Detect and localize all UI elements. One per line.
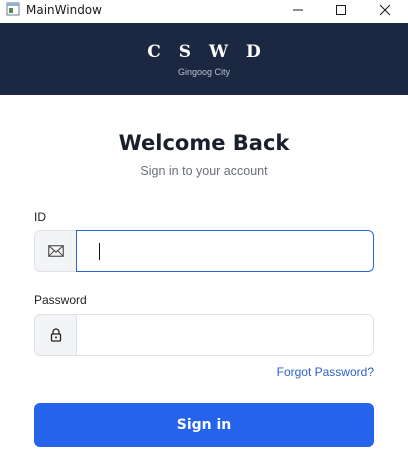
app-title: C S W D (147, 42, 267, 62)
lock-icon (50, 328, 61, 342)
id-label: ID (34, 210, 46, 224)
id-input[interactable] (76, 230, 374, 272)
password-input[interactable] (76, 314, 374, 356)
password-label: Password (34, 293, 87, 307)
main-window: MainWindow C S W D Gingoog City Welcome … (0, 0, 408, 469)
close-icon (379, 4, 391, 16)
title-bar: MainWindow (0, 0, 408, 23)
text-caret (99, 243, 100, 260)
header-banner: C S W D Gingoog City (0, 23, 408, 95)
password-field-group (34, 314, 374, 356)
password-prefix (34, 314, 77, 356)
id-field-group (34, 230, 374, 272)
app-icon (6, 2, 20, 16)
maximize-button[interactable] (318, 0, 364, 20)
maximize-icon (336, 5, 346, 15)
forgot-password-link[interactable]: Forgot Password? (277, 365, 374, 379)
window-title: MainWindow (26, 3, 102, 17)
id-prefix (34, 230, 77, 272)
minimize-icon (293, 9, 303, 11)
page-subtitle: Sign in to your account (140, 164, 268, 178)
envelope-icon (47, 245, 64, 257)
page-title: Welcome Back (118, 131, 290, 155)
app-subtitle: Gingoog City (177, 67, 231, 77)
sign-in-button[interactable]: Sign in (34, 403, 374, 447)
minimize-button[interactable] (275, 0, 321, 20)
close-button[interactable] (362, 0, 408, 20)
